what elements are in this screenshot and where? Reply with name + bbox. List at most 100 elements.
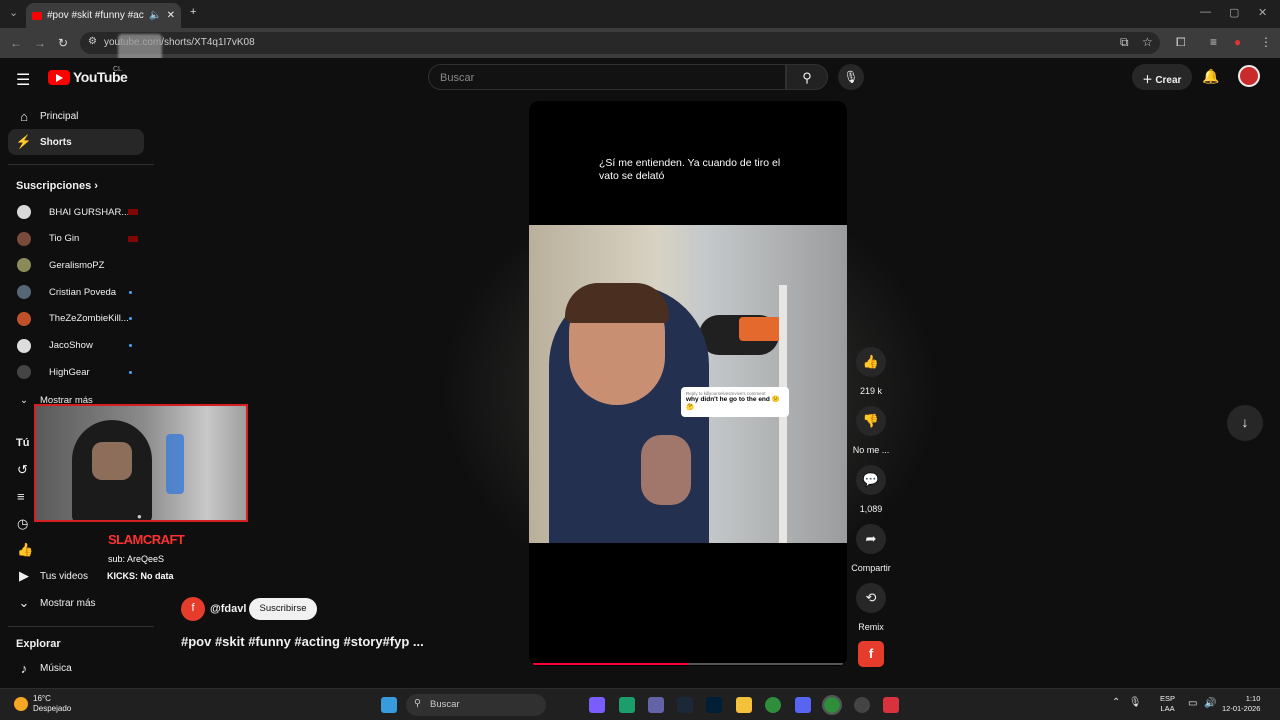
close-tab-icon[interactable]: ✕ bbox=[167, 10, 175, 21]
channel-thumbnail[interactable]: f bbox=[858, 641, 884, 667]
search-input[interactable]: Buscar bbox=[428, 64, 786, 90]
windows-start-icon[interactable] bbox=[381, 697, 397, 713]
like-icon[interactable]: 👍 bbox=[856, 347, 886, 377]
weather-condition: Despejado bbox=[33, 704, 72, 713]
subscription-item[interactable]: Cristian Poveda bbox=[8, 279, 148, 305]
language-indicator[interactable]: ESP LAA bbox=[1160, 694, 1175, 714]
subscription-item[interactable]: TheZeZombieKill... bbox=[8, 306, 148, 332]
sidebar-item-home[interactable]: ⌂ Principal bbox=[8, 103, 144, 129]
short-description[interactable]: #pov #skit #funny #acting #story#fyp ... bbox=[181, 634, 424, 649]
reading-list-icon[interactable]: ≡ bbox=[1210, 35, 1217, 49]
edge-icon[interactable] bbox=[619, 697, 635, 713]
browser-tab[interactable]: #pov #skit #funny #acting 🔈 ✕ bbox=[26, 3, 181, 28]
taskbar-search[interactable]: ⚲ Buscar bbox=[406, 694, 546, 716]
history-icon[interactable]: ↺ bbox=[17, 462, 28, 478]
liked-videos-icon[interactable]: 👍 bbox=[17, 542, 33, 558]
comments-action[interactable]: 💬 1,089 bbox=[850, 465, 892, 514]
speaker-icon[interactable]: 🔈 bbox=[149, 10, 161, 21]
video-progress-bar[interactable] bbox=[533, 663, 843, 665]
comment-icon[interactable]: 💬 bbox=[856, 465, 886, 495]
new-content-dot-icon bbox=[129, 370, 132, 374]
app-icon[interactable] bbox=[854, 697, 870, 713]
copilot-icon[interactable] bbox=[589, 697, 605, 713]
search-placeholder: Buscar bbox=[440, 72, 475, 84]
subscription-item[interactable]: HighGear bbox=[8, 359, 148, 385]
weather-widget[interactable]: 16°C Despejado bbox=[14, 694, 71, 714]
logo-country-code: CL bbox=[113, 66, 122, 73]
back-icon[interactable]: ← bbox=[10, 36, 22, 50]
share-label: Compartir bbox=[851, 563, 891, 573]
webcam-indicator-icon: ● bbox=[137, 512, 142, 521]
sidebar-item-music[interactable]: ♪ Música bbox=[8, 655, 144, 681]
notifications-bell-icon[interactable]: 🔔 bbox=[1202, 68, 1219, 85]
game-app-icon[interactable] bbox=[883, 697, 899, 713]
shorts-player[interactable]: ¿Sí me entienden. Ya cuando de tiro el v… bbox=[529, 101, 847, 666]
video-frame[interactable]: Reply to killyourselvesrevive's comment … bbox=[529, 225, 847, 543]
next-short-button[interactable]: ↓ bbox=[1227, 405, 1263, 441]
browser-menu-icon[interactable]: ⋮ bbox=[1260, 35, 1272, 49]
you-title: Tú bbox=[16, 437, 30, 449]
profile-icon[interactable]: ● bbox=[1234, 35, 1241, 49]
chrome-icon[interactable] bbox=[765, 697, 781, 713]
clock[interactable]: 1:10 12-01-2026 bbox=[1222, 694, 1260, 714]
remix-icon[interactable]: ⟲ bbox=[856, 583, 886, 613]
volume-icon[interactable]: 🔊 bbox=[1204, 698, 1216, 709]
dislike-label: No me ... bbox=[852, 445, 890, 455]
channel-avatar[interactable]: f bbox=[181, 597, 205, 621]
system-tray[interactable]: ⌃ 🎙 bbox=[1112, 697, 1141, 708]
youtube-play-icon bbox=[48, 69, 70, 85]
create-button[interactable]: ＋ Crear bbox=[1132, 64, 1192, 90]
teams-icon[interactable] bbox=[648, 697, 664, 713]
sidebar-item-shorts[interactable]: ⚡ Shorts bbox=[8, 129, 144, 155]
close-window-icon[interactable]: ✕ bbox=[1258, 6, 1267, 19]
voice-search-button[interactable]: 🎙 bbox=[838, 64, 864, 90]
minimize-icon[interactable]: — bbox=[1200, 6, 1211, 18]
tab-search-icon[interactable]: ⌄ bbox=[9, 6, 18, 19]
new-tab-icon[interactable]: + bbox=[190, 6, 196, 18]
explore-title: Explorar bbox=[16, 638, 61, 650]
chrome-active-icon[interactable] bbox=[822, 695, 842, 715]
forward-icon[interactable]: → bbox=[34, 36, 46, 50]
live-indicator-icon bbox=[128, 209, 138, 215]
new-content-dot-icon bbox=[129, 317, 132, 321]
maximize-icon[interactable]: ▢ bbox=[1229, 6, 1239, 19]
network-icon[interactable]: ▭ bbox=[1188, 698, 1197, 709]
reply-comment-sticker: Reply to killyourselvesrevive's comment … bbox=[681, 387, 789, 417]
subscribe-button[interactable]: Suscribirse bbox=[249, 598, 317, 620]
channel-name[interactable]: @fdavl bbox=[210, 603, 246, 615]
taskbar-search-label: Buscar bbox=[430, 699, 460, 710]
cast-icon[interactable]: ⧉ bbox=[1120, 35, 1129, 50]
search-button[interactable]: ⚲ bbox=[786, 64, 828, 90]
hamburger-menu-icon[interactable]: ☰ bbox=[16, 70, 30, 90]
discord-icon[interactable] bbox=[795, 697, 811, 713]
bookmark-star-icon[interactable]: ☆ bbox=[1142, 35, 1153, 49]
like-action[interactable]: 👍 219 k bbox=[850, 347, 892, 396]
photoshop-icon[interactable] bbox=[706, 697, 722, 713]
dislike-action[interactable]: 👎 No me ... bbox=[850, 406, 892, 455]
address-bar[interactable]: ⚙ youtube.com/shorts/XT4q1I7vK08 bbox=[80, 32, 1160, 54]
sidebar-item-show-more[interactable]: ⌄ Mostrar más bbox=[8, 590, 144, 616]
youtube-favicon-icon bbox=[32, 11, 42, 20]
playlists-icon[interactable]: ≡ bbox=[17, 489, 25, 504]
watch-later-icon[interactable]: ◷ bbox=[17, 516, 28, 532]
account-avatar[interactable] bbox=[1238, 65, 1260, 87]
divider bbox=[8, 626, 154, 627]
share-icon[interactable]: ➦ bbox=[856, 524, 886, 554]
steam-icon[interactable] bbox=[677, 697, 693, 713]
file-explorer-icon[interactable] bbox=[736, 697, 752, 713]
extensions-icon[interactable]: ⧠ bbox=[1176, 35, 1186, 50]
site-info-icon[interactable]: ⚙ bbox=[88, 36, 97, 47]
remix-action[interactable]: ⟲ Remix bbox=[850, 583, 892, 632]
reload-icon[interactable]: ↻ bbox=[58, 36, 68, 50]
search-icon: ⚲ bbox=[414, 698, 421, 709]
subscription-item[interactable]: BHAI GURSHAR... bbox=[8, 199, 148, 225]
windows-taskbar: 16°C Despejado ⚲ Buscar ⌃ 🎙 ESP LAA ▭ 🔊 … bbox=[0, 688, 1280, 720]
dislike-icon[interactable]: 👎 bbox=[856, 406, 886, 436]
share-action[interactable]: ➦ Compartir bbox=[850, 524, 892, 573]
subscription-item[interactable]: JacoShow bbox=[8, 333, 148, 359]
subscriptions-heading[interactable]: Suscripciones › bbox=[16, 180, 98, 192]
subscription-item[interactable]: Tio Gin bbox=[8, 226, 148, 252]
you-heading[interactable]: Tú bbox=[16, 437, 29, 449]
shorts-icon: ⚡ bbox=[15, 134, 33, 149]
subscription-item[interactable]: GeralismoPZ bbox=[8, 252, 148, 278]
